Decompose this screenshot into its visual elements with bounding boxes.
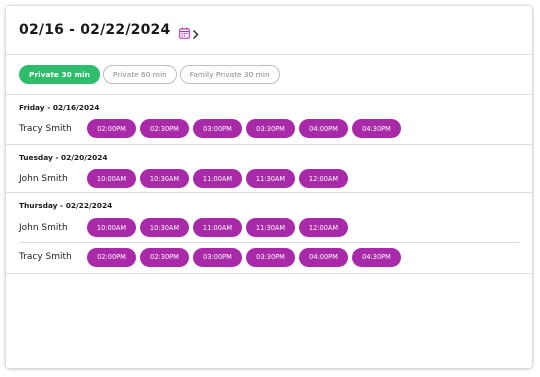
time-slot-button[interactable]: 03:00PM xyxy=(193,119,242,138)
day-section: Friday - 02/16/2024 Tracy Smith 02:00PM … xyxy=(6,95,532,145)
trainer-row: Tracy Smith 02:00PM 02:30PM 03:00PM 03:3… xyxy=(19,242,519,271)
time-slots: 10:00AM 10:30AM 11:00AM 11:30AM 12:00AM xyxy=(87,218,348,237)
day-section: Thursday - 02/22/2024 John Smith 10:00AM… xyxy=(6,193,532,274)
trainer-name: Tracy Smith xyxy=(19,252,72,262)
date-range-header: 02/16 - 02/22/2024 xyxy=(6,6,532,55)
day-section: Tuesday - 02/20/2024 John Smith 10:00AM … xyxy=(6,145,532,193)
session-type-tabs: Private 30 min Private 60 min Family Pri… xyxy=(6,55,532,95)
time-slot-button[interactable]: 04:00PM xyxy=(299,119,348,138)
time-slots: 02:00PM 02:30PM 03:00PM 03:30PM 04:00PM … xyxy=(87,119,401,138)
day-date: Thursday - 02/22/2024 xyxy=(19,201,113,210)
time-slot-button[interactable]: 02:00PM xyxy=(87,247,136,267)
time-slot-button[interactable]: 10:00AM xyxy=(87,169,136,188)
time-slot-button[interactable]: 02:30PM xyxy=(140,247,189,267)
trainer-name: Tracy Smith xyxy=(19,123,72,134)
time-slot-button[interactable]: 11:00AM xyxy=(193,218,242,237)
time-slot-button[interactable]: 04:30PM xyxy=(352,119,401,138)
time-slot-button[interactable]: 02:30PM xyxy=(140,119,189,138)
time-slot-button[interactable]: 10:30AM xyxy=(140,218,189,237)
time-slot-button[interactable]: 04:30PM xyxy=(352,247,401,267)
time-slot-button[interactable]: 02:00PM xyxy=(87,119,136,138)
trainer-name: John Smith xyxy=(19,173,68,184)
time-slots: 02:00PM 02:30PM 03:00PM 03:30PM 04:00PM … xyxy=(87,247,401,267)
time-slot-button[interactable]: 04:00PM xyxy=(299,247,348,267)
time-slot-button[interactable]: 11:30AM xyxy=(246,218,295,237)
trainer-name: John Smith xyxy=(19,222,68,233)
time-slot-button[interactable]: 12:00AM xyxy=(299,169,348,188)
time-slot-button[interactable]: 10:00AM xyxy=(87,218,136,237)
booking-card: 02/16 - 02/22/2024 Private 30 min Privat… xyxy=(6,6,532,368)
tab-private-30[interactable]: Private 30 min xyxy=(19,65,100,84)
calendar-icon[interactable] xyxy=(179,24,191,39)
time-slot-button[interactable]: 03:30PM xyxy=(246,119,295,138)
time-slot-button[interactable]: 12:00AM xyxy=(299,218,348,237)
time-slot-button[interactable]: 11:30AM xyxy=(246,169,295,188)
trainer-row: John Smith 10:00AM 10:30AM 11:00AM 11:30… xyxy=(19,213,519,242)
time-slot-button[interactable]: 10:30AM xyxy=(140,169,189,188)
tab-family-private-30[interactable]: Family Private 30 min xyxy=(179,65,280,84)
trainer-row: Tracy Smith 02:00PM 02:30PM 03:00PM 03:3… xyxy=(19,115,519,142)
day-date: Tuesday - 02/20/2024 xyxy=(19,153,108,162)
time-slot-button[interactable]: 03:30PM xyxy=(246,247,295,267)
day-date: Friday - 02/16/2024 xyxy=(19,103,100,112)
trainer-row: John Smith 10:00AM 10:30AM 11:00AM 11:30… xyxy=(19,165,519,192)
time-slots: 10:00AM 10:30AM 11:00AM 11:30AM 12:00AM xyxy=(87,169,348,188)
chevron-right-icon[interactable] xyxy=(192,25,199,39)
time-slot-button[interactable]: 11:00AM xyxy=(193,169,242,188)
tab-private-60[interactable]: Private 60 min xyxy=(102,65,177,84)
time-slot-button[interactable]: 03:00PM xyxy=(193,247,242,267)
date-range-title: 02/16 - 02/22/2024 xyxy=(19,22,171,38)
